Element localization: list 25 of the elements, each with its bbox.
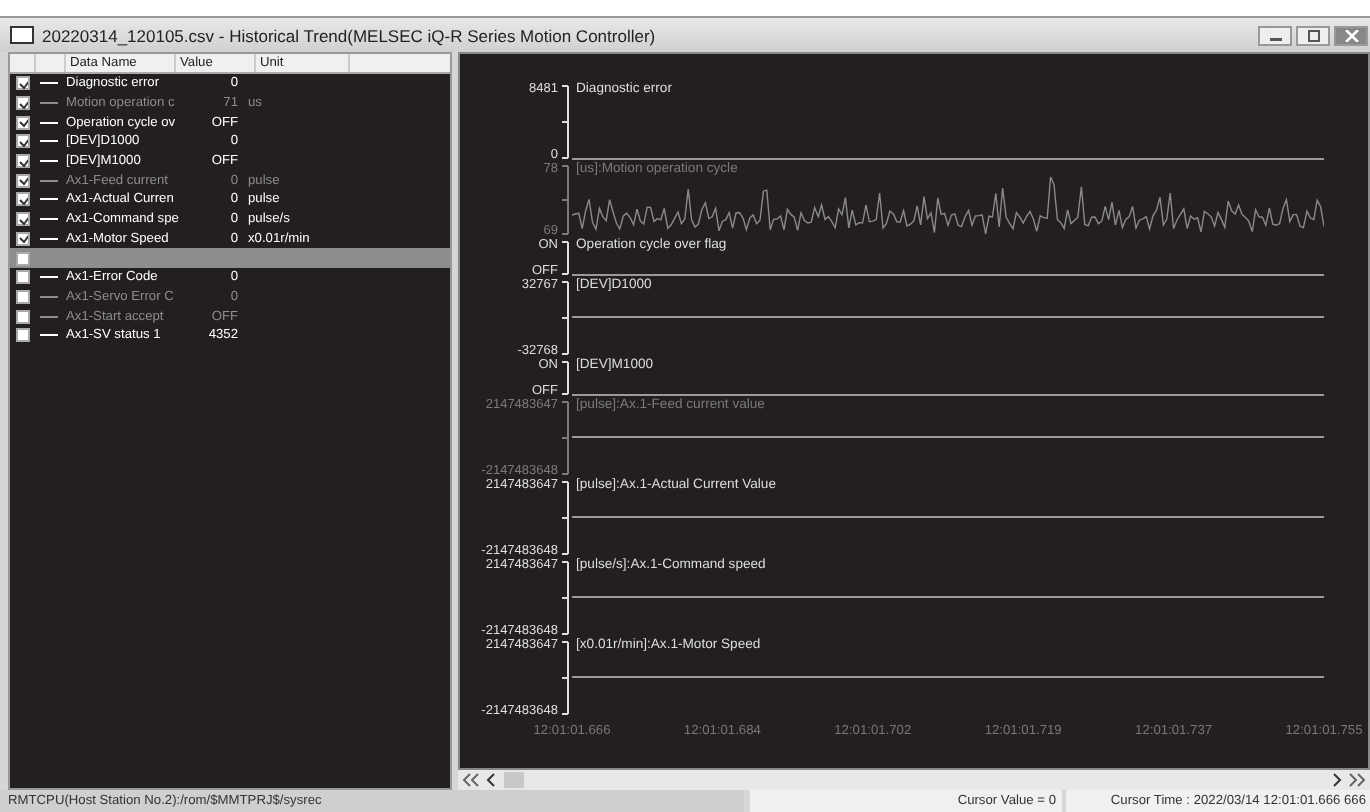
checkbox[interactable] [15, 96, 29, 111]
close-button[interactable] [1334, 25, 1368, 45]
horizontal-scrollbar[interactable] [458, 770, 1370, 790]
checkbox[interactable] [15, 251, 29, 266]
close-icon [1343, 29, 1359, 41]
checkbox[interactable] [15, 212, 29, 227]
maximize-button[interactable] [1296, 25, 1330, 45]
checkbox[interactable] [15, 309, 29, 324]
checkbox[interactable] [15, 76, 29, 91]
double-right-icon[interactable] [1348, 772, 1366, 788]
checkbox[interactable] [15, 192, 29, 207]
checkbox[interactable] [15, 173, 29, 188]
scroll-thumb[interactable] [504, 772, 524, 788]
window-title: 20220314_120105.csv - Historical Trend(MELSEC iQ-R Series Motion Controller) [42, 25, 656, 45]
maximize-icon [1305, 29, 1321, 41]
checkbox[interactable] [15, 115, 29, 130]
checkbox[interactable] [15, 289, 29, 304]
window-icon [10, 26, 34, 44]
checkbox[interactable] [15, 328, 29, 343]
checkbox[interactable] [15, 231, 29, 246]
checkbox[interactable] [15, 134, 29, 149]
minimize-button[interactable] [1258, 25, 1292, 45]
double-left-icon[interactable] [462, 772, 480, 788]
checkbox[interactable] [15, 270, 29, 285]
checkbox[interactable] [15, 154, 29, 169]
